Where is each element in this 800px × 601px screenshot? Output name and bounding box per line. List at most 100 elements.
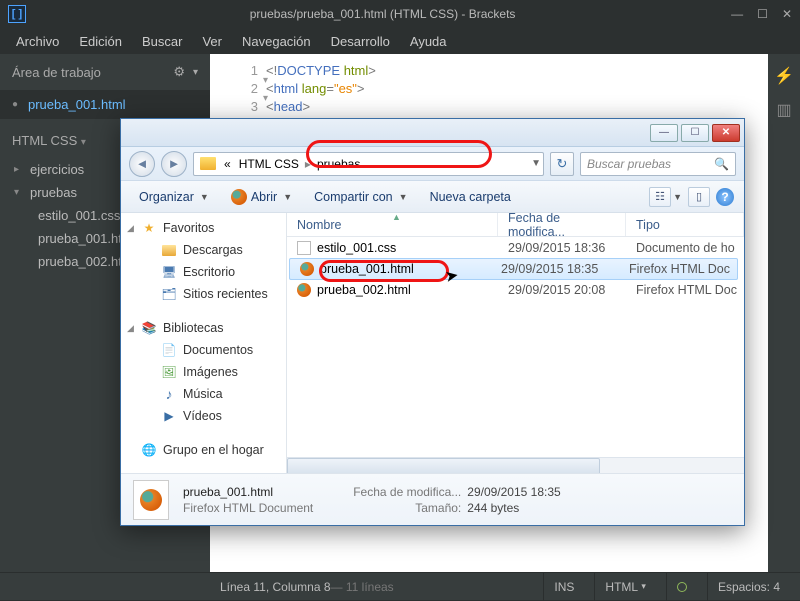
share-button[interactable]: Compartir con▼ xyxy=(306,187,415,207)
preview-pane-icon[interactable]: ▯ xyxy=(688,187,710,207)
menu-archivo[interactable]: Archivo xyxy=(8,32,67,51)
file-row[interactable]: estilo_001.css 29/09/2015 18:36 Document… xyxy=(287,237,744,259)
details-file-icon xyxy=(133,480,169,520)
col-type[interactable]: Tipo xyxy=(626,213,744,236)
nav-libraries[interactable]: ◢📚Bibliotecas xyxy=(121,317,286,339)
css-file-icon xyxy=(297,241,311,255)
working-file[interactable]: prueba_001.html xyxy=(0,90,210,119)
file-name: prueba_001.html xyxy=(320,262,414,276)
firefox-file-icon xyxy=(300,262,314,276)
details-name: prueba_001.html xyxy=(183,485,313,499)
status-lang[interactable]: HTML ▾ xyxy=(594,573,656,601)
breadcrumb-chevron[interactable]: « xyxy=(220,157,235,171)
explorer-minimize-icon[interactable]: — xyxy=(650,124,678,142)
explorer-file-list: Nombre▲ Fecha de modifica... Tipo estilo… xyxy=(287,213,744,473)
details-size: 244 bytes xyxy=(467,501,519,515)
nav-favorites[interactable]: ◢★Favoritos xyxy=(121,217,286,239)
file-type: Firefox HTML Doc xyxy=(619,262,737,276)
file-date: 29/09/2015 18:36 xyxy=(498,241,626,255)
status-lint-icon[interactable] xyxy=(666,573,697,601)
breadcrumb-dropdown-icon[interactable]: ▼ xyxy=(531,158,541,169)
details-date-label: Fecha de modifica... xyxy=(343,485,461,499)
minimize-icon[interactable]: — xyxy=(731,7,743,21)
status-position[interactable]: Línea 11, Columna 8 xyxy=(220,580,331,594)
tree-item-label: ejercicios xyxy=(30,162,84,177)
menu-ver[interactable]: Ver xyxy=(194,32,230,51)
explorer-titlebar[interactable]: — ☐ ✕ xyxy=(121,119,744,147)
details-date: 29/09/2015 18:35 xyxy=(467,485,560,499)
menu-buscar[interactable]: Buscar xyxy=(134,32,190,51)
menu-desarrollo[interactable]: Desarrollo xyxy=(323,32,398,51)
nav-downloads[interactable]: Descargas xyxy=(121,239,286,261)
details-pane: prueba_001.html Firefox HTML Document Fe… xyxy=(121,473,744,525)
nav-videos[interactable]: ▶Vídeos xyxy=(121,405,286,427)
working-set-header[interactable]: Área de trabajo ⚙ ▾ xyxy=(0,54,210,90)
nav-documents[interactable]: 📄Documentos xyxy=(121,339,286,361)
folder-icon xyxy=(200,157,216,170)
firefox-icon xyxy=(231,189,247,205)
extensions-icon[interactable]: ▥ xyxy=(776,100,791,120)
working-set-label: Área de trabajo xyxy=(12,65,101,80)
refresh-icon[interactable]: ↻ xyxy=(550,152,574,176)
brackets-title: pruebas/prueba_001.html (HTML CSS) - Bra… xyxy=(34,7,731,21)
file-date: 29/09/2015 18:35 xyxy=(491,262,619,276)
view-mode-icon[interactable]: ☷ xyxy=(649,187,671,207)
nav-music[interactable]: ♪Música xyxy=(121,383,286,405)
live-preview-icon[interactable]: ⚡ xyxy=(774,66,794,86)
menu-ayuda[interactable]: Ayuda xyxy=(402,32,455,51)
code-area: <!DOCTYPE html> <html lang="es"> <head> xyxy=(266,62,376,116)
status-lines: — 11 líneas xyxy=(331,580,394,594)
close-icon[interactable]: ✕ xyxy=(782,7,792,21)
file-name: estilo_001.css xyxy=(317,241,396,255)
file-row-selected[interactable]: prueba_001.html 29/09/2015 18:35 Firefox… xyxy=(289,258,738,280)
nav-forward-icon[interactable]: ► xyxy=(161,151,187,177)
brackets-menubar: Archivo Edición Buscar Ver Navegación De… xyxy=(0,28,800,54)
brackets-titlebar: [ ] pruebas/prueba_001.html (HTML CSS) -… xyxy=(0,0,800,28)
menu-navegacion[interactable]: Navegación xyxy=(234,32,319,51)
explorer-toolbar: Organizar▼ Abrir▼ Compartir con▼ Nueva c… xyxy=(121,181,744,213)
file-list-empty[interactable] xyxy=(287,301,744,457)
file-row[interactable]: prueba_002.html 29/09/2015 20:08 Firefox… xyxy=(287,279,744,301)
tree-item-label: pruebas xyxy=(30,185,77,200)
split-caret-icon[interactable]: ▾ xyxy=(193,67,198,78)
project-name: HTML CSS xyxy=(12,133,77,148)
breadcrumb-sep-icon: ▸ xyxy=(303,157,313,171)
nav-homegroup[interactable]: 🌐Grupo en el hogar xyxy=(121,439,286,461)
search-icon[interactable]: 🔍 xyxy=(714,157,729,171)
explorer-maximize-icon[interactable]: ☐ xyxy=(681,124,709,142)
file-header[interactable]: Nombre▲ Fecha de modifica... Tipo xyxy=(287,213,744,237)
nav-images[interactable]: 🖼Imágenes xyxy=(121,361,286,383)
file-date: 29/09/2015 20:08 xyxy=(498,283,626,297)
details-size-label: Tamaño: xyxy=(343,501,461,515)
statusbar: Línea 11, Columna 8 — 11 líneas INS HTML… xyxy=(0,572,800,600)
firefox-file-icon xyxy=(297,283,311,297)
menu-edicion[interactable]: Edición xyxy=(71,32,130,51)
horizontal-scrollbar[interactable] xyxy=(287,457,744,473)
maximize-icon[interactable]: ☐ xyxy=(757,7,768,21)
nav-back-icon[interactable]: ◄ xyxy=(129,151,155,177)
gear-icon[interactable]: ⚙ xyxy=(173,64,185,80)
nav-desktop[interactable]: 🖥Escritorio xyxy=(121,261,286,283)
file-explorer-dialog: — ☐ ✕ ◄ ► « HTML CSS ▸ pruebas ▼ ↻ Busca… xyxy=(120,118,745,526)
file-name: prueba_002.html xyxy=(317,283,411,297)
col-date[interactable]: Fecha de modifica... xyxy=(498,213,626,236)
newfolder-button[interactable]: Nueva carpeta xyxy=(422,187,519,207)
organize-button[interactable]: Organizar▼ xyxy=(131,187,217,207)
breadcrumb-part[interactable]: pruebas xyxy=(313,157,364,171)
explorer-close-icon[interactable]: ✕ xyxy=(712,124,740,142)
explorer-address-row: ◄ ► « HTML CSS ▸ pruebas ▼ ↻ Buscar prue… xyxy=(121,147,744,181)
right-rail: ⚡ ▥ xyxy=(768,54,800,572)
search-input[interactable]: Buscar pruebas 🔍 xyxy=(580,152,736,176)
status-spaces[interactable]: Espacios: 4 xyxy=(707,573,790,601)
nav-recent[interactable]: 🗂Sitios recientes xyxy=(121,283,286,305)
file-type: Documento de ho xyxy=(626,241,744,255)
gutter: 1 2▾ 3▾ xyxy=(210,54,266,116)
file-type: Firefox HTML Doc xyxy=(626,283,744,297)
explorer-nav: ◢★Favoritos Descargas 🖥Escritorio 🗂Sitio… xyxy=(121,213,287,473)
status-ins[interactable]: INS xyxy=(543,573,584,601)
open-button[interactable]: Abrir▼ xyxy=(223,186,300,208)
breadcrumb-part[interactable]: HTML CSS xyxy=(235,157,303,171)
help-icon[interactable]: ? xyxy=(716,188,734,206)
breadcrumb[interactable]: « HTML CSS ▸ pruebas ▼ xyxy=(193,152,544,176)
col-name[interactable]: Nombre▲ xyxy=(287,213,498,236)
